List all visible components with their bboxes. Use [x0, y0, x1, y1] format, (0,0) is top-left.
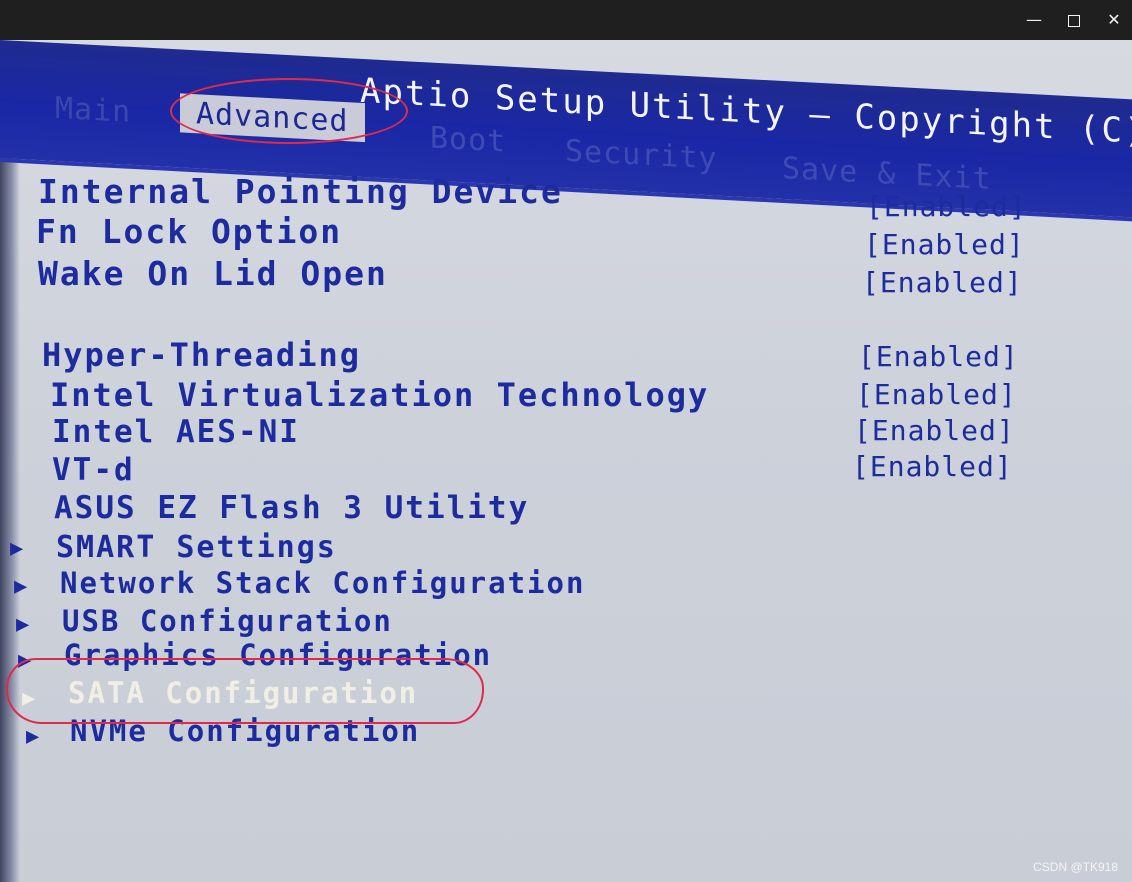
submenu-graphics-configuration[interactable]: Graphics Configuration: [64, 638, 492, 672]
submenu-network-stack-configuration[interactable]: Network Stack Configuration: [60, 566, 585, 600]
setting-intel-virtualization-technology[interactable]: Intel Virtualization Technology: [50, 376, 709, 414]
setting-hyper-threading-value[interactable]: [Enabled]: [858, 340, 1019, 373]
submenu-arrow-icon: ▶: [16, 612, 30, 637]
submenu-nvme-configuration[interactable]: NVMe Configuration: [70, 714, 420, 748]
submenu-arrow-icon: ▶: [22, 686, 36, 711]
setting-internal-pointing-device-value[interactable]: [Enabled]: [866, 190, 1027, 223]
setting-fn-lock-option-value[interactable]: [Enabled]: [864, 228, 1025, 261]
setting-hyper-threading[interactable]: Hyper-Threading: [42, 336, 361, 374]
submenu-arrow-icon: ▶: [10, 536, 24, 561]
setting-intel-aes-ni-value[interactable]: [Enabled]: [854, 414, 1015, 447]
submenu-arrow-icon: ▶: [26, 724, 40, 749]
setting-internal-pointing-device[interactable]: Internal Pointing Device: [38, 172, 563, 211]
setting-intel-virtualization-technology-value[interactable]: [Enabled]: [856, 378, 1017, 411]
setting-wake-on-lid-open-value[interactable]: [Enabled]: [862, 266, 1023, 299]
window-titlebar: — ✕: [0, 0, 1132, 40]
submenu-arrow-icon: ▶: [14, 574, 28, 599]
asus-ez-flash-utility[interactable]: ASUS EZ Flash 3 Utility: [54, 490, 529, 526]
submenu-smart-settings[interactable]: SMART Settings: [56, 530, 337, 565]
setting-vt-d[interactable]: VT-d: [52, 452, 135, 488]
bios-screen: Aptio Setup Utility – Copyright (C) 2 Ma…: [0, 40, 1132, 882]
tab-main[interactable]: Main: [55, 91, 131, 130]
minimize-button[interactable]: —: [1020, 8, 1048, 32]
setting-intel-aes-ni[interactable]: Intel AES-NI: [52, 414, 300, 450]
maximize-icon: [1068, 14, 1080, 27]
submenu-arrow-icon: ▶: [18, 648, 32, 673]
tab-security[interactable]: Security: [565, 134, 718, 177]
setting-fn-lock-option[interactable]: Fn Lock Option: [36, 212, 342, 251]
maximize-button[interactable]: [1060, 8, 1088, 32]
submenu-sata-configuration[interactable]: SATA Configuration: [68, 676, 418, 710]
submenu-usb-configuration[interactable]: USB Configuration: [62, 604, 393, 638]
tab-boot[interactable]: Boot: [430, 121, 506, 160]
close-button[interactable]: ✕: [1100, 8, 1128, 32]
setting-vt-d-value[interactable]: [Enabled]: [852, 450, 1013, 483]
watermark: CSDN @TK918: [1033, 860, 1118, 874]
tab-advanced[interactable]: Advanced: [180, 93, 365, 143]
setting-wake-on-lid-open[interactable]: Wake On Lid Open: [38, 254, 388, 293]
